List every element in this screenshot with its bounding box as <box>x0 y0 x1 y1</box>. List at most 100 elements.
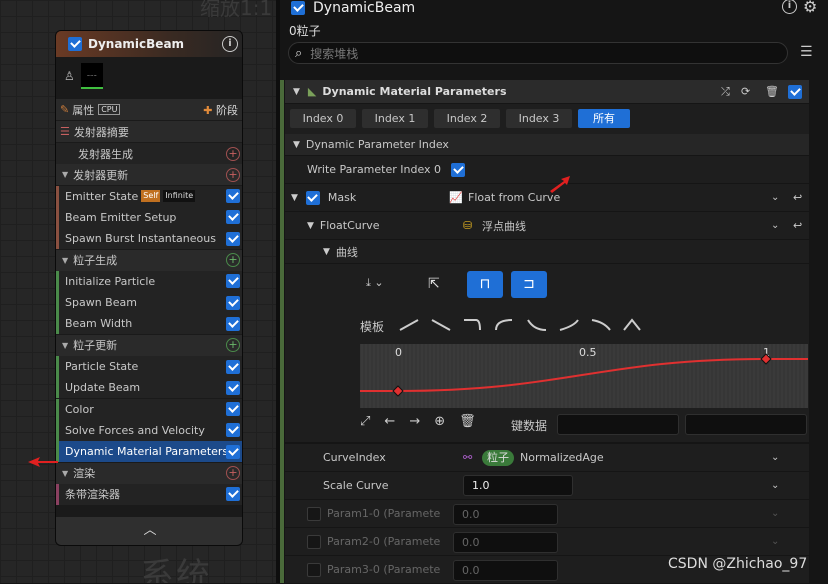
node-module-row[interactable]: Dynamic Material Parameters <box>56 441 242 463</box>
node-module-row[interactable]: Particle State <box>56 356 242 377</box>
chevron-down-icon[interactable]: ⌄ <box>771 536 779 547</box>
param-input[interactable]: 0.0 <box>453 560 558 581</box>
subsection-header[interactable]: ▼ Dynamic Parameter Index <box>285 134 809 156</box>
module-enable-checkbox[interactable] <box>226 423 240 438</box>
module-enable-checkbox[interactable] <box>788 84 802 99</box>
node-module-row[interactable]: Beam Emitter Setup <box>56 206 242 228</box>
add-module-button[interactable]: + <box>226 466 240 480</box>
node-module-row[interactable]: Beam Width <box>56 313 242 335</box>
node-module-row[interactable]: Spawn Burst Instantaneous <box>56 228 242 250</box>
chevron-down-icon[interactable]: ▼ <box>62 256 68 265</box>
add-key-icon[interactable]: ⊕ <box>434 414 445 429</box>
module-enable-checkbox[interactable] <box>226 359 240 374</box>
chevron-down-icon[interactable]: ▼ <box>291 193 298 203</box>
filter-icon[interactable]: ☰ <box>800 44 813 60</box>
info-icon[interactable]: i <box>222 36 238 52</box>
arrow-left-icon[interactable]: ← <box>384 414 395 429</box>
mask-checkbox[interactable] <box>305 190 320 205</box>
template-linear-down[interactable] <box>431 319 451 331</box>
mask-value[interactable]: Float from Curve <box>468 191 560 204</box>
module-enable-checkbox[interactable] <box>226 231 240 246</box>
search-box[interactable]: ⌕ 搜索堆栈 <box>288 42 788 64</box>
module-enable-checkbox[interactable] <box>226 316 240 331</box>
collapse-button[interactable]: ︿ <box>56 517 242 545</box>
add-module-button[interactable]: + <box>226 146 240 161</box>
chevron-down-icon[interactable]: ⌄ <box>771 508 779 519</box>
node-section[interactable]: ▼ 渲染 + <box>56 462 242 484</box>
param-input[interactable]: 0.0 <box>453 504 558 525</box>
module-enable-checkbox[interactable] <box>226 444 240 459</box>
chevron-down-icon[interactable]: ▼ <box>62 170 68 179</box>
floatcurve-value[interactable]: 浮点曲线 <box>482 218 526 234</box>
tab-all[interactable]: 所有 <box>578 109 630 128</box>
node-thumbnail[interactable]: ~~~ <box>80 63 103 89</box>
node-module-row[interactable]: Color <box>56 398 242 420</box>
add-module-button[interactable]: + <box>226 338 240 353</box>
template-ease-out[interactable] <box>527 319 547 331</box>
tab-index-2[interactable]: Index 2 <box>434 109 500 128</box>
curve-graph[interactable]: 0 0.5 1 <box>360 344 808 408</box>
reset-icon[interactable]: ↩ <box>793 191 802 204</box>
add-stage-button[interactable]: ✚ 阶段 <box>203 102 238 118</box>
node-module-row[interactable]: ☰ 发射器摘要 <box>56 121 242 142</box>
add-module-button[interactable]: + <box>226 253 240 267</box>
props-label[interactable]: 属性 <box>72 102 94 118</box>
chevron-down-icon[interactable]: ⌄ <box>771 480 779 491</box>
node-module-row[interactable]: 条带渲染器 <box>56 483 242 505</box>
scale-input[interactable]: 1.0 <box>463 475 573 496</box>
open-external-icon[interactable]: ⇱ <box>428 276 440 292</box>
write-param-checkbox[interactable] <box>451 162 465 177</box>
template-ease-drop[interactable] <box>464 319 481 331</box>
module-enable-checkbox[interactable] <box>226 274 240 289</box>
chevron-down-icon[interactable]: ▼ <box>62 469 68 478</box>
chevron-down-icon[interactable]: ⌄ <box>771 192 779 203</box>
param-checkbox[interactable] <box>307 506 321 521</box>
node-enable-checkbox[interactable] <box>68 37 82 51</box>
node-module-row[interactable]: Emitter State Self Infinite <box>56 185 242 207</box>
template-ease-in[interactable] <box>559 319 579 331</box>
shuffle-icon[interactable]: ⤮ <box>721 85 730 99</box>
node-module-row[interactable]: 发射器生成 + <box>56 143 242 164</box>
tab-index-3[interactable]: Index 3 <box>506 109 572 128</box>
key-time-input[interactable] <box>557 414 679 435</box>
module-enable-checkbox[interactable] <box>226 295 240 310</box>
section-header[interactable]: ▼ ◣ Dynamic Material Parameters ⤮ ⟳ 🗑 <box>285 80 809 104</box>
template-smooth-down[interactable] <box>591 319 611 331</box>
emitter-node[interactable]: DynamicBeam i ♙ ~~~ ✎ 属性 CPU ✚ 阶段 ☰ 发射器摘要… <box>55 30 243 546</box>
curveindex-value[interactable]: NormalizedAge <box>520 451 604 464</box>
template-linear-up[interactable] <box>399 319 419 331</box>
module-enable-checkbox[interactable] <box>226 189 240 204</box>
emitter-enable-checkbox[interactable] <box>291 1 305 15</box>
trash-icon[interactable]: 🗑 <box>765 85 779 98</box>
key-insert-dropdown[interactable]: ⤓ ⌄ <box>366 276 404 296</box>
node-module-row[interactable]: Initialize Particle <box>56 270 242 292</box>
fit-vertical-button[interactable]: ⊐ <box>511 271 547 298</box>
fit-horizontal-button[interactable]: ⊓ <box>467 271 503 298</box>
tab-index-1[interactable]: Index 1 <box>362 109 428 128</box>
chevron-down-icon[interactable]: ⌄ <box>771 220 779 231</box>
chevron-down-icon[interactable]: ▼ <box>307 221 314 231</box>
param-input[interactable]: 0.0 <box>453 532 558 553</box>
reset-icon[interactable]: ↩ <box>793 219 802 232</box>
module-enable-checkbox[interactable] <box>226 402 240 417</box>
node-section[interactable]: ▼ 粒子生成 + <box>56 249 242 271</box>
gear-icon[interactable]: ⚙ <box>803 0 817 16</box>
key-value-input[interactable] <box>685 414 807 435</box>
template-ease-rise[interactable] <box>495 319 513 331</box>
param-checkbox[interactable] <box>307 534 321 549</box>
trash-icon[interactable]: 🗑 <box>459 414 476 429</box>
graph-canvas[interactable]: 缩放1:1 系统 DynamicBeam i ♙ ~~~ ✎ 属性 CPU ✚ … <box>0 0 276 583</box>
add-module-button[interactable]: + <box>226 167 240 182</box>
chevron-down-icon[interactable]: ▼ <box>62 341 68 350</box>
arrow-right-icon[interactable]: → <box>409 414 420 429</box>
module-enable-checkbox[interactable] <box>226 210 240 225</box>
search-input[interactable]: 搜索堆栈 <box>310 45 358 62</box>
node-section[interactable]: ▼ 粒子更新 + <box>56 334 242 356</box>
module-enable-checkbox[interactable] <box>226 380 240 395</box>
expand-icon[interactable]: ⤢ <box>360 414 370 429</box>
refresh-icon[interactable]: ⟳ <box>741 85 750 98</box>
node-module-row[interactable]: Update Beam <box>56 377 242 399</box>
param-checkbox[interactable] <box>307 562 321 577</box>
chevron-down-icon[interactable]: ▼ <box>323 247 330 257</box>
tab-index-0[interactable]: Index 0 <box>290 109 356 128</box>
